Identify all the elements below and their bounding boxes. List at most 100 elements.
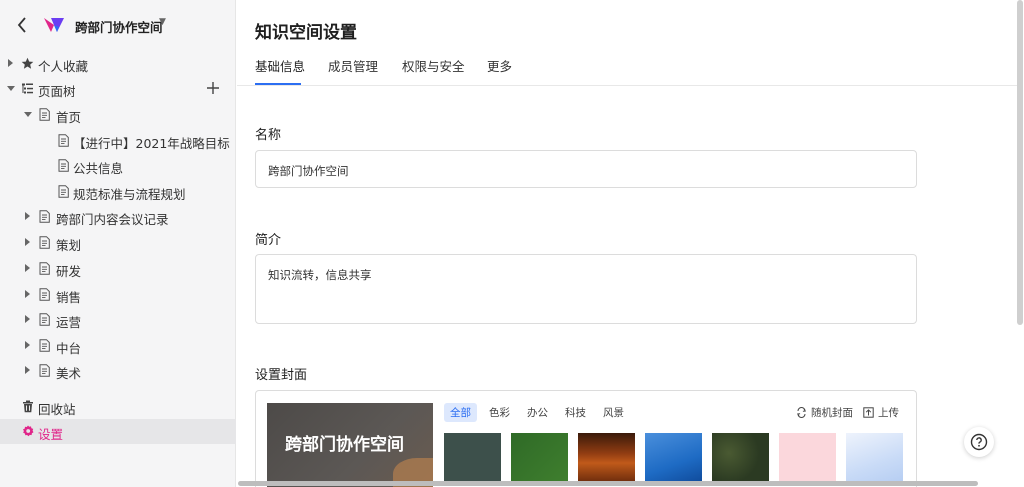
chevron-right-icon[interactable]	[25, 290, 30, 298]
gear-icon	[22, 425, 34, 440]
sidebar-item-label: 公共信息	[73, 161, 124, 176]
document-icon	[58, 185, 69, 201]
sidebar-item-standards[interactable]: 规范标准与流程规划	[0, 179, 236, 204]
intro-textarea[interactable]: 知识流转，信息共享	[255, 254, 917, 324]
sidebar-item-page-tree[interactable]: 页面树	[0, 76, 236, 101]
app-logo-icon	[43, 16, 65, 34]
name-input[interactable]: 跨部门协作空间	[255, 150, 917, 188]
back-icon[interactable]	[14, 14, 32, 36]
sidebar-item-public-info[interactable]: 公共信息	[0, 153, 236, 178]
sidebar-item-label: 页面树	[38, 84, 76, 99]
name-value: 跨部门协作空间	[268, 164, 349, 178]
tab-permissions[interactable]: 权限与安全	[402, 56, 465, 75]
star-icon	[21, 57, 34, 73]
upload-button[interactable]: 上传	[863, 405, 899, 420]
document-icon	[39, 364, 50, 380]
cover-thumbnail[interactable]	[511, 433, 568, 483]
trash-icon	[22, 400, 34, 416]
page-title: 知识空间设置	[255, 23, 357, 43]
chevron-right-icon[interactable]	[25, 238, 30, 246]
document-icon	[39, 108, 50, 124]
add-page-button[interactable]	[205, 80, 221, 96]
sidebar-item-favorites[interactable]: 个人收藏	[0, 51, 236, 76]
cover-preview-title: 跨部门协作空间	[285, 435, 404, 455]
tab-more[interactable]: 更多	[487, 56, 512, 75]
sidebar-item-art[interactable]: 美术	[0, 358, 236, 383]
sidebar-item-home[interactable]: 首页	[0, 102, 236, 127]
sidebar-item-label: 回收站	[38, 402, 76, 417]
upload-label: 上传	[878, 407, 899, 419]
cover-thumbnail[interactable]	[578, 433, 635, 483]
sidebar-item-label: 研发	[56, 264, 82, 279]
document-icon	[39, 288, 50, 304]
question-icon	[970, 433, 988, 451]
intro-value: 知识流转，信息共享	[268, 268, 372, 282]
sidebar-item-label: 设置	[38, 427, 64, 442]
cover-category-color[interactable]: 色彩	[483, 403, 516, 422]
random-cover-label: 随机封面	[811, 407, 853, 419]
sidebar: 跨部门协作空间 ▼ 个人收藏 页面树 首页 【进行中】2021年战略目标 公共信…	[0, 0, 236, 487]
document-icon	[39, 236, 50, 252]
document-icon	[39, 339, 50, 355]
sidebar-item-planning[interactable]: 策划	[0, 230, 236, 255]
cover-thumbnail[interactable]	[645, 433, 702, 483]
settings-tabs: 基础信息 成员管理 权限与安全 更多	[237, 52, 1017, 86]
cover-thumbnail[interactable]	[779, 433, 836, 483]
sidebar-item-strategy[interactable]: 【进行中】2021年战略目标	[0, 128, 236, 153]
document-icon	[58, 134, 69, 150]
active-tab-indicator	[255, 83, 301, 85]
cover-thumbnail[interactable]	[712, 433, 769, 483]
document-icon	[39, 262, 50, 278]
sidebar-item-label: 规范标准与流程规划	[73, 187, 186, 202]
help-button[interactable]	[964, 427, 994, 457]
cover-picker: 跨部门协作空间 全部 色彩 办公 科技 风景 随机封面 上传	[255, 390, 917, 487]
caret-down-icon[interactable]: ▼	[159, 17, 166, 27]
upload-icon	[863, 407, 874, 418]
cover-category-office[interactable]: 办公	[521, 403, 554, 422]
chevron-right-icon[interactable]	[25, 315, 30, 323]
sidebar-item-label: 个人收藏	[38, 59, 89, 74]
sidebar-item-middle-platform[interactable]: 中台	[0, 333, 236, 358]
tree-icon	[21, 82, 34, 98]
sidebar-item-label: 美术	[56, 366, 82, 381]
sidebar-header: 跨部门协作空间 ▼	[0, 0, 236, 50]
cover-label: 设置封面	[255, 368, 308, 383]
document-icon	[39, 210, 50, 226]
sidebar-item-trash[interactable]: 回收站	[0, 394, 236, 419]
chevron-down-icon[interactable]	[24, 112, 32, 117]
tab-members[interactable]: 成员管理	[328, 56, 378, 75]
chevron-right-icon[interactable]	[25, 366, 30, 374]
chevron-right-icon[interactable]	[25, 264, 30, 272]
sidebar-item-label: 策划	[56, 238, 82, 253]
chevron-down-icon[interactable]	[7, 86, 15, 91]
sidebar-item-meeting-notes[interactable]: 跨部门内容会议记录	[0, 204, 236, 229]
chevron-right-icon[interactable]	[8, 59, 13, 67]
chevron-right-icon[interactable]	[25, 341, 30, 349]
shuffle-icon	[797, 407, 806, 418]
cover-category-tech[interactable]: 科技	[559, 403, 592, 422]
name-label: 名称	[255, 128, 282, 143]
cover-category-all[interactable]: 全部	[444, 403, 477, 422]
chevron-right-icon[interactable]	[25, 212, 30, 220]
sidebar-item-label: 销售	[56, 290, 82, 305]
cover-thumbnail[interactable]	[846, 433, 903, 483]
space-name[interactable]: 跨部门协作空间	[75, 17, 163, 36]
vertical-scrollbar[interactable]	[1017, 0, 1023, 325]
settings-main: 知识空间设置 基础信息 成员管理 权限与安全 更多 名称 跨部门协作空间 简介 …	[237, 0, 1024, 487]
document-icon	[39, 313, 50, 329]
tab-basic-info[interactable]: 基础信息	[255, 56, 305, 75]
sidebar-item-label: 【进行中】2021年战略目标	[73, 136, 230, 151]
random-cover-button[interactable]: 随机封面	[796, 405, 853, 420]
sidebar-item-label: 中台	[56, 341, 82, 356]
cover-preview: 跨部门协作空间	[267, 403, 433, 487]
sidebar-item-sales[interactable]: 销售	[0, 282, 236, 307]
sidebar-item-rnd[interactable]: 研发	[0, 256, 236, 281]
sidebar-item-label: 首页	[56, 110, 82, 125]
cover-category-scenery[interactable]: 风景	[597, 403, 630, 422]
cover-thumbnail[interactable]	[444, 433, 501, 483]
sidebar-item-operations[interactable]: 运营	[0, 307, 236, 332]
horizontal-scrollbar[interactable]	[238, 481, 978, 486]
app-window: 跨部门协作空间 ▼ 个人收藏 页面树 首页 【进行中】2021年战略目标 公共信…	[0, 0, 1024, 487]
sidebar-item-settings[interactable]: 设置	[0, 419, 236, 444]
sidebar-item-label: 跨部门内容会议记录	[56, 212, 169, 227]
